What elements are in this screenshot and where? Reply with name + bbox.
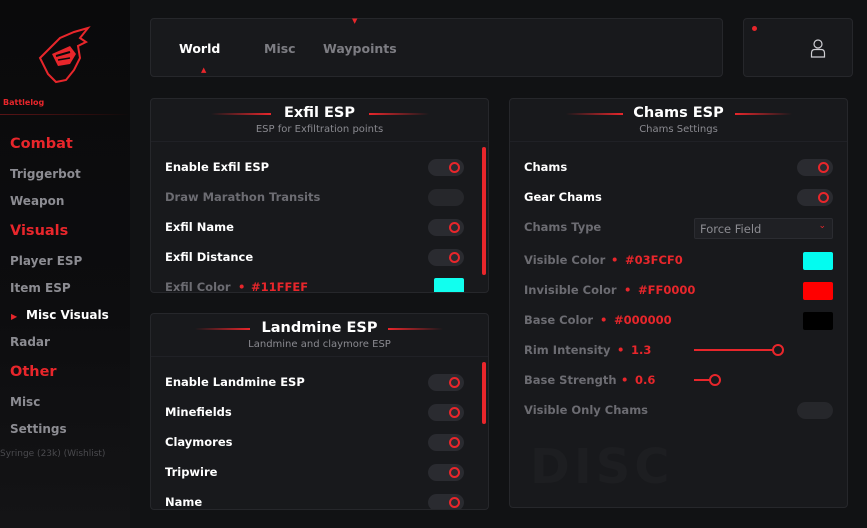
tab-indicator-top-icon: ▼ [352,17,358,25]
visible-color-swatch[interactable] [803,252,833,270]
enable-exfil-esp-toggle[interactable] [428,159,464,176]
minefields-toggle[interactable] [428,404,464,421]
sidebar-item-radar[interactable]: Radar [10,335,50,349]
exfil-color-label: Exfil Color [165,280,231,293]
sidebar-item-misc[interactable]: Misc [10,395,40,409]
divider [510,141,847,142]
rim-intensity-value: 1.3 [631,343,652,357]
invisible-color-swatch[interactable] [803,282,833,300]
sidebar-item-triggerbot[interactable]: Triggerbot [10,167,81,181]
sidebar-item-misc-visuals[interactable]: Misc Visuals [26,308,109,322]
knight-helmet-logo [38,26,91,84]
rim-intensity-slider-knob[interactable] [772,344,784,356]
draw-marathon-transits-label: Draw Marathon Transits [165,190,321,204]
base-strength-label: Base Strength [524,373,617,387]
visible-color-value: #03FCF0 [625,253,683,267]
enable-landmine-esp-toggle[interactable] [428,374,464,391]
visible-color-label: Visible Color [524,253,606,267]
chams-esp-panel: DISC Chams ESP Chams Settings Chams Gear… [509,98,848,508]
chams-toggle[interactable] [797,159,833,176]
base-color-label: Base Color [524,313,594,327]
exfil-color-swatch[interactable] [434,278,464,292]
panel-subtitle: Chams Settings [639,124,718,135]
bullet: • [624,283,632,297]
invisible-color-label: Invisible Color [524,283,617,297]
watermark: DISC [530,439,674,495]
scrollbar[interactable] [482,147,486,275]
rim-intensity-slider-track[interactable] [694,349,778,351]
exfil-distance-toggle[interactable] [428,249,464,266]
scrollbar[interactable] [482,362,486,424]
panel-subtitle: Landmine and claymore ESP [248,339,391,350]
exfil-distance-label: Exfil Distance [165,250,254,264]
draw-marathon-transits-toggle[interactable] [428,189,464,206]
user-box [743,18,853,77]
tab-indicator-bottom-icon: ▲ [201,66,207,74]
panel-subtitle: ESP for Exfiltration points [255,124,384,135]
category-visuals: Visuals [10,223,69,239]
name-label: Name [165,495,203,509]
notification-dot [752,26,757,31]
user-icon[interactable] [810,38,826,58]
chams-type-label: Chams Type [524,220,602,234]
base-color-swatch[interactable] [803,312,833,330]
claymores-toggle[interactable] [428,434,464,451]
enable-exfil-esp-label: Enable Exfil ESP [165,160,270,174]
divider [151,356,488,357]
bullet: • [611,253,619,267]
bullet: • [617,343,625,357]
visible-only-chams-label: Visible Only Chams [524,403,649,417]
bullet: • [600,313,608,327]
sidebar-item-weapon[interactable]: Weapon [10,194,64,208]
base-color-value: #000000 [614,313,672,327]
sidebar-item-player-esp[interactable]: Player ESP [10,254,82,268]
base-strength-slider-knob[interactable] [709,374,721,386]
landmine-esp-panel: Landmine ESP Landmine and claymore ESP E… [150,313,489,510]
invisible-color-value: #FF0000 [638,283,696,297]
tripwire-toggle[interactable] [428,464,464,481]
minefields-label: Minefields [165,405,232,419]
chams-type-select[interactable]: Force Field ⌄ [694,218,833,239]
tripwire-label: Tripwire [165,465,218,479]
exfil-name-toggle[interactable] [428,219,464,236]
chams-type-value: Force Field [700,222,762,236]
exfil-name-label: Exfil Name [165,220,234,234]
gear-chams-toggle[interactable] [797,189,833,206]
category-other: Other [10,364,57,380]
active-arrow-icon: ▶ [11,312,18,321]
brand-divider [0,114,130,115]
sidebar-item-item-esp[interactable]: Item ESP [10,281,71,295]
name-toggle[interactable] [428,494,464,509]
chevron-down-icon: ⌄ [818,221,826,231]
panel-title: Landmine ESP [261,320,378,336]
sidebar: Battlelog Combat Triggerbot Weapon Visua… [0,0,130,528]
divider [151,141,488,142]
bullet: • [238,280,246,293]
claymores-label: Claymores [165,435,233,449]
bullet: • [621,373,629,387]
exfil-esp-panel: Exfil ESP ESP for Exfiltration points En… [150,98,489,293]
enable-landmine-esp-label: Enable Landmine ESP [165,375,305,389]
brand-name: Battlelog [3,98,45,107]
rim-intensity-label: Rim Intensity [524,343,611,357]
tab-misc[interactable]: Misc [264,41,296,56]
chams-label: Chams [524,160,568,174]
exfil-color-value: #11FFEF [251,280,309,293]
gear-chams-label: Gear Chams [524,190,602,204]
category-combat: Combat [10,136,73,152]
panel-title: Exfil ESP [284,105,355,121]
overlay-text: Syringe (23k) (Wishlist) [0,449,106,459]
tab-bar: ▼ World ▲ Misc Waypoints [150,17,723,77]
panel-title: Chams ESP [633,105,724,121]
base-strength-value: 0.6 [635,373,656,387]
visible-only-chams-toggle[interactable] [797,402,833,419]
sidebar-item-settings[interactable]: Settings [10,422,67,436]
tab-world[interactable]: World [179,41,220,56]
tab-waypoints[interactable]: Waypoints [323,41,397,56]
